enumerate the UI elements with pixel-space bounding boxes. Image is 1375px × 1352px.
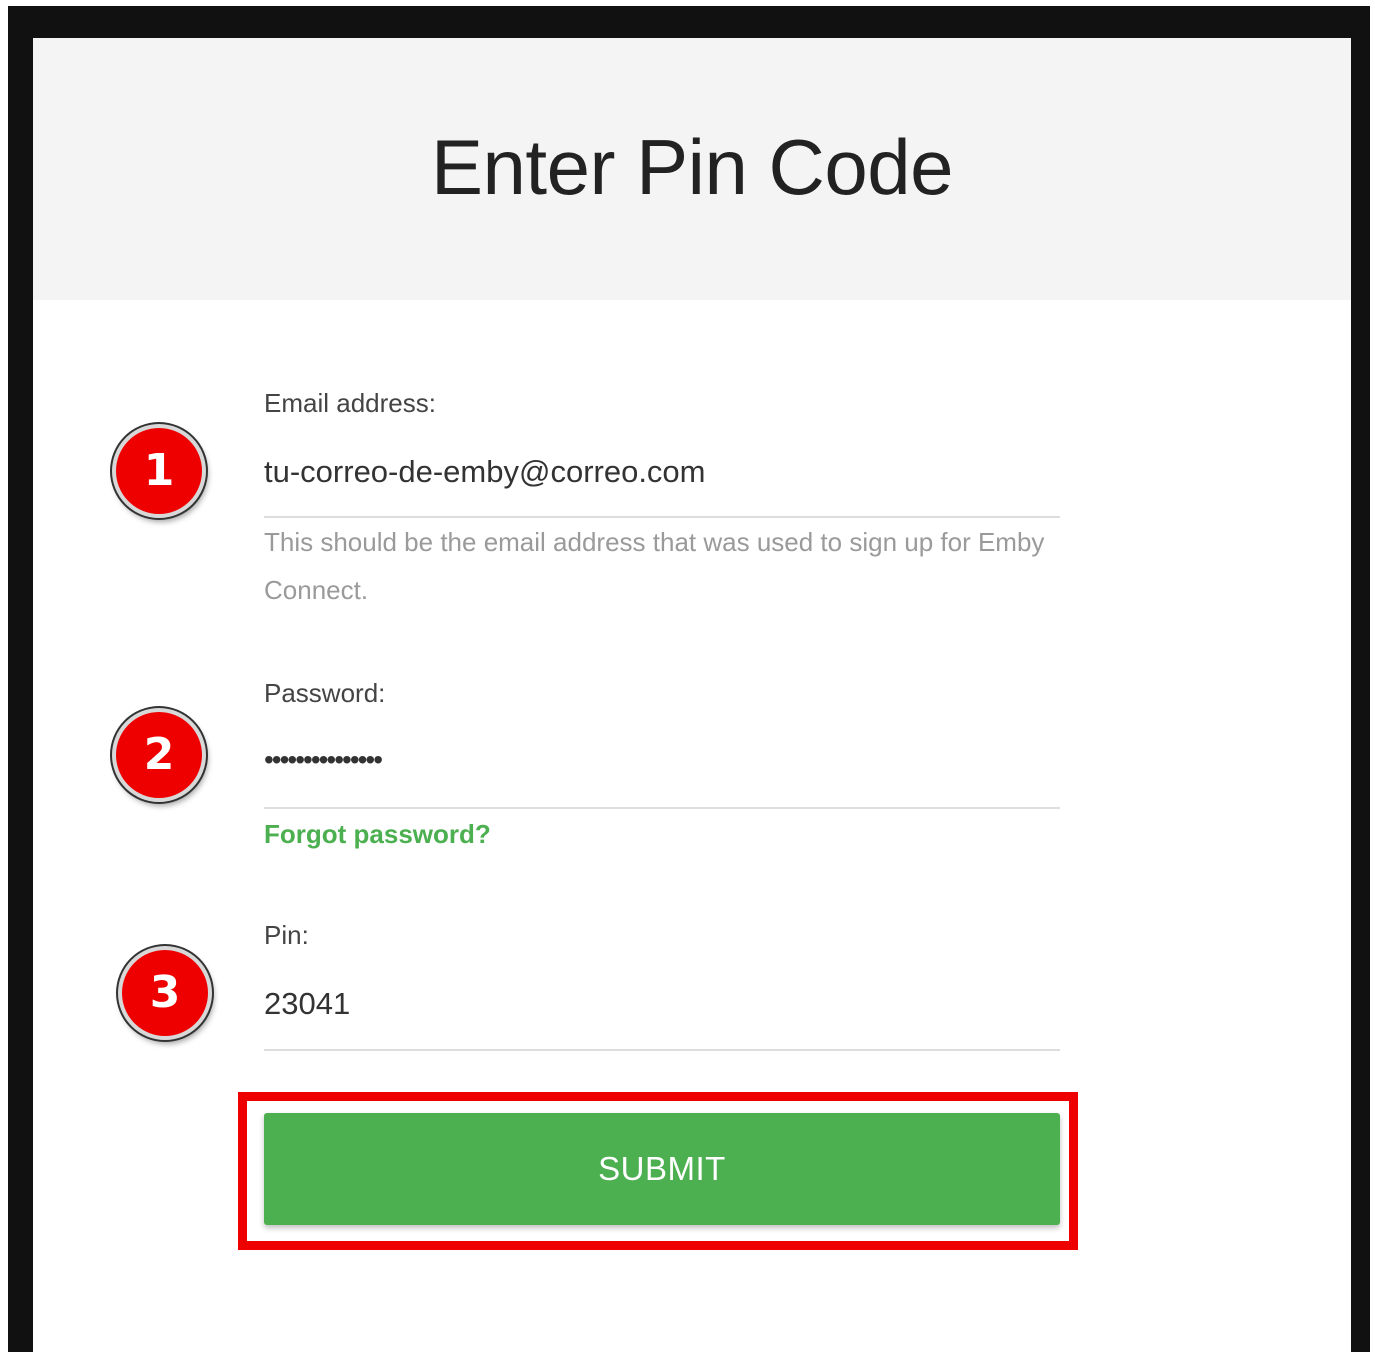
step-1-badge: 1 [112, 424, 206, 518]
pin-field[interactable]: 23041 [264, 986, 350, 1022]
pin-field-underline [264, 1049, 1060, 1051]
step-2-badge: 2 [112, 708, 206, 802]
forgot-password-link[interactable]: Forgot password? [264, 819, 491, 849]
pin-label: Pin: [264, 920, 309, 950]
email-field[interactable]: tu-correo-de-emby@correo.com [264, 454, 706, 490]
email-helper-text: This should be the email address that wa… [264, 527, 1045, 605]
step-3-badge: 3 [118, 946, 212, 1040]
submit-button[interactable]: SUBMIT [264, 1113, 1060, 1225]
email-label: Email address: [264, 388, 436, 418]
page-title: Enter Pin Code [431, 123, 953, 211]
password-label: Password: [264, 678, 386, 708]
password-field[interactable]: ••••••••••••••• [264, 742, 383, 778]
pin-code-dialog: Enter Pin Code Email address: tu-correo-… [33, 38, 1351, 1352]
dialog-header: Enter Pin Code [33, 38, 1351, 300]
password-field-underline [264, 807, 1060, 809]
